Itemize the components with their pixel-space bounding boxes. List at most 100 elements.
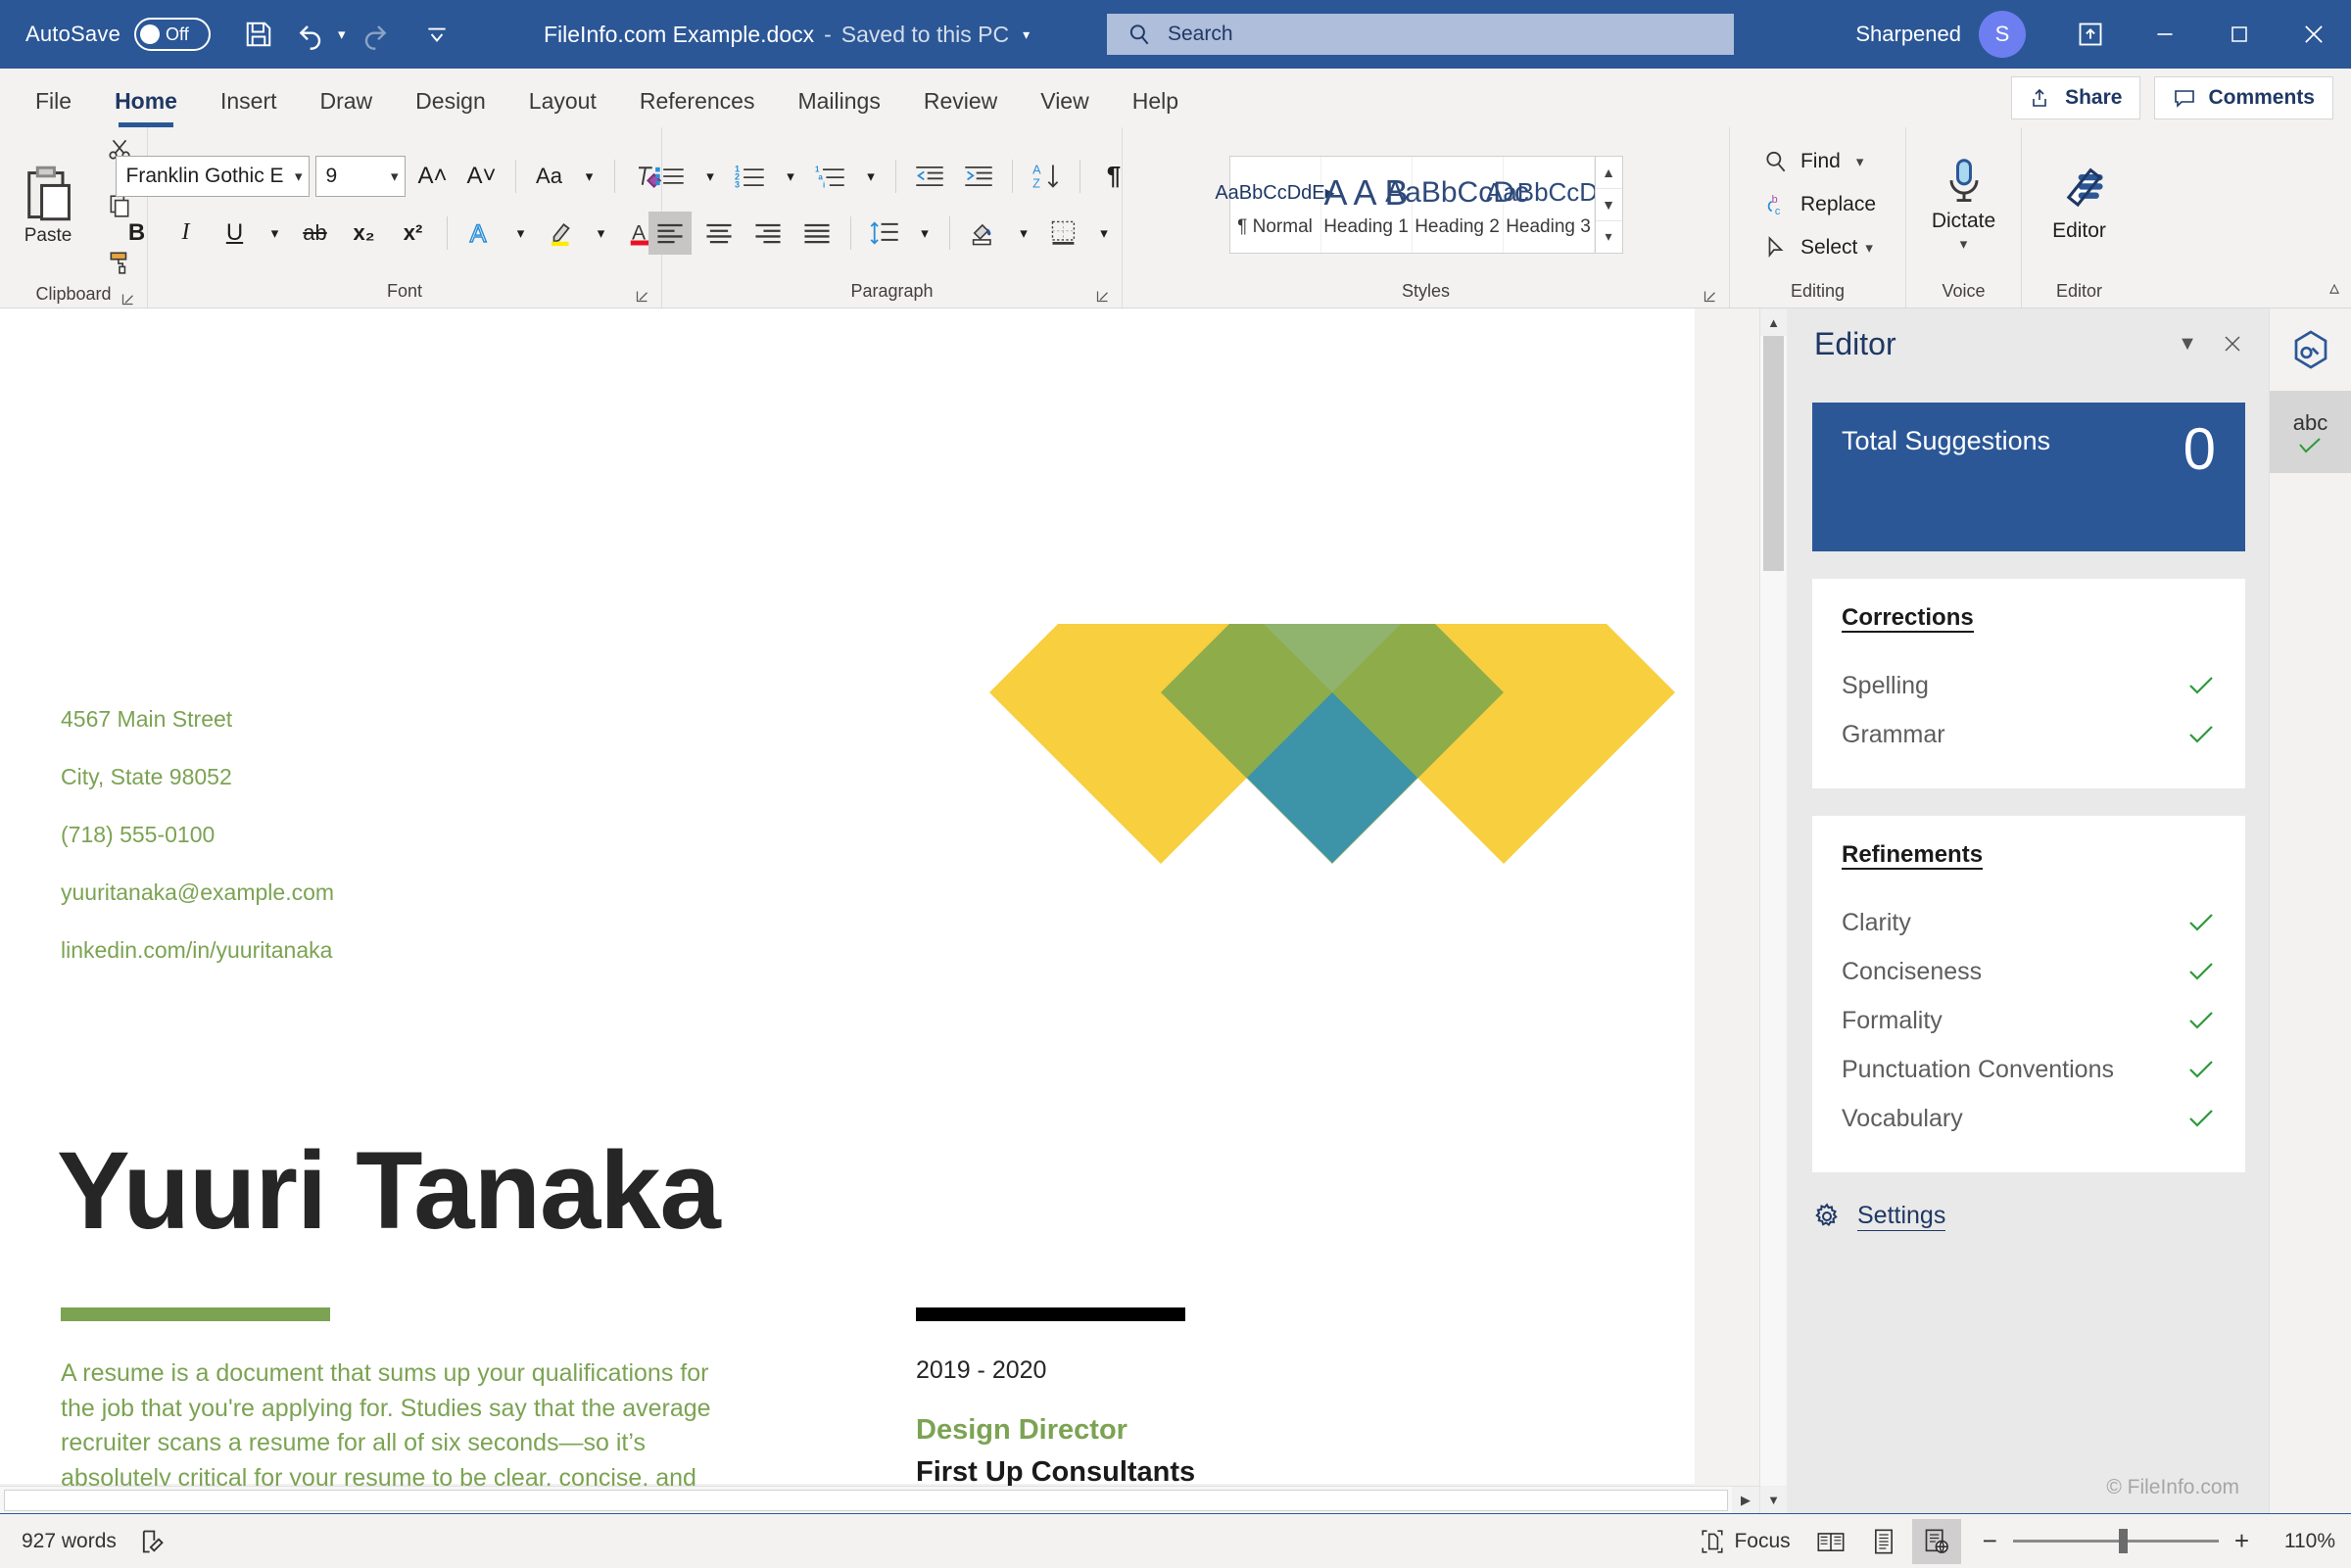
styles-dialog-launcher[interactable]	[1703, 289, 1717, 304]
refinement-row-formality[interactable]: Formality	[1842, 996, 2216, 1045]
save-icon[interactable]	[232, 8, 285, 61]
scroll-up-icon[interactable]: ▲	[1760, 309, 1787, 336]
editor-pane-menu-caret-icon[interactable]: ▼	[2165, 321, 2210, 366]
increase-indent-icon[interactable]	[957, 155, 1000, 198]
change-case-button[interactable]: Aa	[528, 155, 571, 198]
editor-pane-close-icon[interactable]	[2210, 321, 2255, 366]
replace-button[interactable]: b c Replace	[1759, 186, 1876, 223]
styles-scroll-up-icon[interactable]: ▲	[1595, 157, 1622, 189]
proofing-status-icon[interactable]	[138, 1528, 166, 1555]
tab-help[interactable]: Help	[1111, 74, 1200, 127]
chevron-down-icon[interactable]: ▾	[697, 155, 723, 198]
chevron-down-icon[interactable]: ▾	[508, 212, 534, 255]
zoom-slider[interactable]	[2012, 1529, 2219, 1553]
undo-icon[interactable]	[285, 8, 338, 61]
close-icon[interactable]	[2277, 0, 2351, 69]
shrink-font-button[interactable]: A˅	[460, 155, 504, 198]
italic-button[interactable]: I	[165, 212, 208, 255]
chevron-down-icon[interactable]: ▾	[1856, 153, 1864, 170]
scroll-down-icon[interactable]: ▼	[1760, 1486, 1787, 1513]
clipboard-dialog-launcher[interactable]	[120, 292, 135, 307]
chevron-down-icon[interactable]: ▾	[1865, 239, 1873, 257]
vertical-scroll-thumb[interactable]	[1763, 336, 1784, 571]
line-spacing-icon[interactable]	[863, 212, 906, 255]
chevron-down-icon[interactable]: ▾	[1960, 235, 1968, 253]
zoom-level[interactable]: 110%	[2275, 1530, 2335, 1553]
correction-row-spelling[interactable]: Spelling	[1842, 661, 2216, 710]
word-count[interactable]: 927 words	[22, 1530, 117, 1553]
refinement-row-clarity[interactable]: Clarity	[1842, 898, 2216, 947]
editor-button[interactable]: Editor	[2029, 166, 2131, 243]
tab-layout[interactable]: Layout	[507, 74, 618, 127]
text-effects-icon[interactable]: A	[459, 212, 503, 255]
maximize-icon[interactable]	[2202, 0, 2277, 69]
font-dialog-launcher[interactable]	[635, 289, 649, 304]
autosave-toggle[interactable]: Off	[134, 18, 212, 51]
bold-button[interactable]: B	[116, 212, 159, 255]
minimize-icon[interactable]	[2128, 0, 2202, 69]
ribbon-display-options-icon[interactable]	[2053, 0, 2128, 69]
chevron-down-icon[interactable]: ▾	[858, 155, 884, 198]
decrease-indent-icon[interactable]	[908, 155, 951, 198]
refinement-row-conciseness[interactable]: Conciseness	[1842, 947, 2216, 996]
align-center-icon[interactable]	[697, 212, 741, 255]
document-page[interactable]: 4567 Main Street City, State 98052 (718)…	[0, 309, 1695, 1513]
scroll-right-icon[interactable]: ▶	[1732, 1486, 1759, 1513]
shading-icon[interactable]	[962, 212, 1005, 255]
grow-font-button[interactable]: A˄	[411, 155, 455, 198]
justify-icon[interactable]	[795, 212, 839, 255]
borders-icon[interactable]	[1042, 212, 1085, 255]
chevron-down-icon[interactable]: ▾	[778, 155, 803, 198]
document-canvas[interactable]: 4567 Main Street City, State 98052 (718)…	[0, 309, 1787, 1513]
customize-quick-access-icon[interactable]	[410, 8, 463, 61]
web-layout-button[interactable]	[1911, 1518, 1961, 1564]
avatar[interactable]: S	[1979, 11, 2026, 58]
tab-mailings[interactable]: Mailings	[776, 74, 901, 127]
multilevel-list-icon[interactable]: 1 a i	[809, 155, 852, 198]
spell-check-icon[interactable]: abc	[2270, 391, 2351, 473]
chevron-down-icon[interactable]: ▾	[589, 212, 614, 255]
font-size-combobox[interactable]: 9 ▾	[314, 155, 406, 197]
tab-design[interactable]: Design	[394, 74, 507, 127]
title-dropdown-caret-icon[interactable]: ▾	[1023, 26, 1030, 43]
refinement-row-punctuation-conventions[interactable]: Punctuation Conventions	[1842, 1045, 2216, 1094]
styles-scroll-down-icon[interactable]: ▼	[1595, 189, 1622, 221]
font-name-combobox[interactable]: Franklin Gothic E ▾	[115, 155, 310, 197]
chevron-down-icon[interactable]: ▾	[912, 212, 937, 255]
select-button[interactable]: Select ▾	[1759, 229, 1876, 266]
horizontal-scrollbar[interactable]: ▶	[0, 1486, 1759, 1513]
underline-button[interactable]: U	[214, 212, 257, 255]
editor-settings-button[interactable]: Settings	[1812, 1202, 2269, 1231]
tab-insert[interactable]: Insert	[199, 74, 299, 127]
dictate-button[interactable]: Dictate ▾	[1913, 157, 2015, 253]
styles-more-icon[interactable]: ▾	[1596, 221, 1622, 253]
tab-file[interactable]: File	[14, 74, 93, 127]
share-button[interactable]: Share	[2011, 76, 2141, 119]
tab-review[interactable]: Review	[902, 74, 1019, 127]
numbering-icon[interactable]: 1 2 3	[729, 155, 772, 198]
chevron-down-icon[interactable]: ▾	[263, 212, 288, 255]
align-right-icon[interactable]	[746, 212, 790, 255]
comments-button[interactable]: Comments	[2154, 76, 2333, 119]
chevron-down-icon[interactable]: ▾	[1091, 212, 1117, 255]
subscript-button[interactable]: x₂	[343, 212, 386, 255]
undo-dropdown-caret-icon[interactable]: ▾	[338, 8, 348, 61]
style-normal[interactable]: AaBbCcDdE▸ ¶ Normal	[1215, 156, 1335, 253]
tab-home[interactable]: Home	[93, 74, 199, 127]
superscript-button[interactable]: x²	[392, 212, 435, 255]
vertical-scrollbar[interactable]: ▲ ▼	[1759, 309, 1787, 1513]
text-highlight-icon[interactable]	[540, 212, 583, 255]
focus-mode-button[interactable]: Focus	[1689, 1519, 1801, 1564]
align-left-icon[interactable]	[648, 211, 692, 255]
correction-row-grammar[interactable]: Grammar	[1842, 710, 2216, 759]
document-title[interactable]: FileInfo.com Example.docx - Saved to thi…	[544, 22, 1030, 48]
print-layout-button[interactable]	[1859, 1519, 1908, 1564]
chevron-down-icon[interactable]: ▾	[1011, 212, 1036, 255]
paragraph-dialog-launcher[interactable]	[1095, 289, 1110, 304]
paste-button[interactable]: Paste	[6, 165, 90, 247]
sort-az-icon[interactable]: A Z	[1025, 155, 1068, 198]
vertical-scroll-track[interactable]	[1760, 336, 1787, 1486]
chevron-down-icon[interactable]: ▾	[577, 155, 602, 198]
search-input[interactable]: Search	[1107, 14, 1734, 55]
horizontal-scroll-track[interactable]	[4, 1489, 1728, 1511]
